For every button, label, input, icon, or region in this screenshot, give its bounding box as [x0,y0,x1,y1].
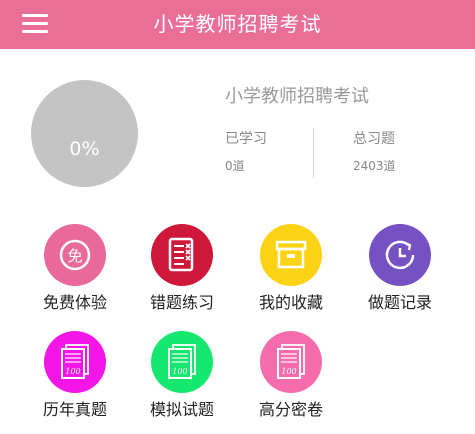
svg-text:100: 100 [65,367,80,376]
free-badge-icon: 免 [59,239,91,271]
exam-paper-icon: 100 [168,344,196,379]
total-label: 总习题 [353,131,395,147]
wrong-questions-button[interactable]: 错题练习 [127,224,237,324]
top-papers-label: 高分密卷 [258,400,323,419]
studied-count: 0道 [225,159,245,173]
archive-box-icon [275,240,307,269]
page-title: 小学教师招聘考试 [153,12,322,36]
top-papers-circle: 100 [260,331,322,393]
free-trial-button[interactable]: 免 免费体验 [20,224,130,324]
mock-exams-circle: 100 [151,331,213,393]
wrong-questions-label: 错题练习 [149,293,214,312]
my-favorites-circle [260,224,322,286]
exam-paper-icon: 100 [61,344,89,379]
exam-paper-icon: 100 [277,344,305,379]
studied-label: 已学习 [225,131,267,147]
total-count: 2403道 [353,159,396,173]
mock-exams-button[interactable]: 100 模拟试题 [127,331,237,431]
list-error-icon [168,237,194,272]
past-exams-label: 历年真题 [42,400,107,419]
progress-circle: 0% [31,80,138,187]
free-trial-circle: 免 [44,224,106,286]
progress-percent: 0% [69,138,100,160]
svg-text:免: 免 [67,247,82,265]
past-exams-button[interactable]: 100 历年真题 [20,331,130,431]
my-favorites-button[interactable]: 我的收藏 [236,224,346,324]
top-papers-button[interactable]: 100 高分密卷 [236,331,346,431]
history-button[interactable]: 做题记录 [345,224,455,324]
history-circle [369,224,431,286]
past-exams-circle: 100 [44,331,106,393]
stats-divider [313,128,314,178]
free-trial-label: 免费体验 [42,293,107,312]
mock-exams-label: 模拟试题 [149,400,214,419]
svg-text:100: 100 [172,367,187,376]
wrong-questions-circle [151,224,213,286]
my-favorites-label: 我的收藏 [258,293,323,312]
history-label: 做题记录 [367,293,432,312]
svg-text:100: 100 [281,367,296,376]
course-name: 小学教师招聘考试 [225,86,369,107]
top-bar: 小学教师招聘考试 [0,0,475,49]
clock-history-icon [385,240,415,270]
